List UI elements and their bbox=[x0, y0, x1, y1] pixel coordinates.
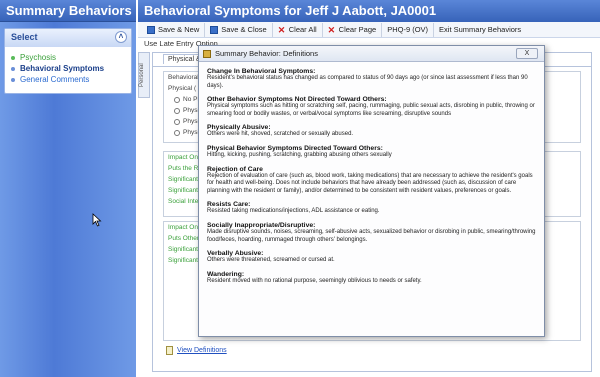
definition-term: Change In Behavioral Symptoms: bbox=[207, 68, 316, 75]
save-icon bbox=[147, 25, 155, 34]
definition-text: Made disruptive sounds, noises, screamin… bbox=[207, 228, 536, 243]
definition-item: Verbally Abusive: Others were threatened… bbox=[207, 250, 536, 265]
list-item-psychosis[interactable]: Psychosis bbox=[11, 53, 131, 62]
toolbar: Save & New Save & Close ✕ Clear All ✕ Cl… bbox=[138, 22, 600, 38]
bullet-icon bbox=[11, 77, 15, 82]
definition-item: Physical Behavior Symptoms Directed Towa… bbox=[207, 145, 536, 160]
bullet-icon bbox=[11, 55, 15, 60]
clear-icon: ✕ bbox=[277, 24, 286, 35]
exit-button[interactable]: Exit Summary Behaviors bbox=[434, 23, 526, 37]
radio-icon[interactable] bbox=[174, 107, 180, 114]
save-close-button[interactable]: Save & Close bbox=[205, 22, 273, 37]
definition-item: Socially Inappropriate/Disruptive: Made … bbox=[207, 222, 536, 244]
behavior-list: Psychosis Behavioral Symptoms General Co… bbox=[5, 47, 131, 84]
definition-term: Wandering: bbox=[207, 270, 245, 278]
definition-term: Rejection of Care bbox=[207, 165, 263, 173]
definition-text: Rejection of evaluation of care (such as… bbox=[207, 172, 533, 194]
definition-term: Verbally Abusive: bbox=[207, 250, 264, 258]
list-item-label: General Comments bbox=[20, 75, 90, 84]
clear-page-label: Clear Page bbox=[338, 25, 377, 34]
view-definitions-link[interactable]: View Definitions bbox=[166, 346, 227, 355]
select-header[interactable]: Select ˄ bbox=[5, 29, 131, 47]
definition-item: Change In Behavioral Symptoms: Resident'… bbox=[207, 68, 536, 90]
definition-item: Physically Abusive: Others were hit, sho… bbox=[207, 124, 536, 139]
list-item-label: Psychosis bbox=[20, 53, 57, 62]
bullet-icon bbox=[11, 66, 15, 71]
exit-label: Exit Summary Behaviors bbox=[439, 25, 522, 34]
save-new-label: Save & New bbox=[158, 25, 200, 34]
left-panel: Select ˄ Psychosis Behavioral Symptoms G… bbox=[0, 22, 136, 377]
dialog-body: Change In Behavioral Symptoms: Resident'… bbox=[199, 62, 544, 334]
list-item-behavioral-symptoms[interactable]: Behavioral Symptoms bbox=[11, 64, 131, 73]
definition-term: Resists Care: bbox=[207, 201, 251, 209]
definition-text: Physical symptoms such as hitting or scr… bbox=[207, 103, 535, 117]
definition-item: Other Behavior Symptoms Not Directed Tow… bbox=[207, 96, 536, 118]
definition-term: Physical Behavior Symptoms Directed Towa… bbox=[207, 144, 383, 152]
clear-page-button[interactable]: ✕ Clear Page bbox=[323, 22, 383, 37]
side-tab-personal[interactable]: Personal bbox=[138, 52, 150, 98]
definition-text: Resident's behavioral status has changed… bbox=[207, 75, 528, 89]
dialog-titlebar[interactable]: Summary Behavior: Definitions X bbox=[199, 46, 544, 62]
select-label: Select bbox=[11, 32, 38, 42]
clear-all-button[interactable]: ✕ Clear All bbox=[273, 22, 323, 37]
definition-item: Resists Care: Resisted taking medication… bbox=[207, 201, 536, 216]
clear-all-label: Clear All bbox=[288, 25, 317, 34]
phq-button[interactable]: PHQ-9 (OV) bbox=[382, 22, 435, 37]
definition-item: Wandering: Resident moved with no ration… bbox=[207, 271, 536, 286]
radio-icon[interactable] bbox=[174, 129, 180, 136]
list-item-label: Behavioral Symptoms bbox=[20, 64, 105, 73]
select-box: Select ˄ Psychosis Behavioral Symptoms G… bbox=[4, 28, 132, 94]
definition-term: Physically Abusive: bbox=[207, 124, 271, 132]
page-title: Behavioral Symptoms for Jeff J Aabott, J… bbox=[138, 0, 600, 22]
definition-text: Resisted taking medications/injections, … bbox=[207, 208, 380, 215]
radio-icon[interactable] bbox=[174, 118, 180, 125]
definition-text: Others were hit, shoved, scratched or se… bbox=[207, 131, 354, 138]
radio-icon[interactable] bbox=[174, 96, 180, 103]
left-panel-title: Summary Behaviors bbox=[0, 0, 136, 22]
view-definitions-label: View Definitions bbox=[177, 347, 227, 354]
clear-icon: ✕ bbox=[327, 24, 336, 35]
collapse-icon[interactable]: ˄ bbox=[115, 31, 127, 43]
document-icon bbox=[166, 346, 173, 355]
phq-label: PHQ-9 (OV) bbox=[387, 25, 429, 34]
mouse-cursor-icon bbox=[92, 213, 102, 227]
definition-item: Rejection of Care Rejection of evaluatio… bbox=[207, 166, 536, 196]
definitions-dialog: Summary Behavior: Definitions X Change I… bbox=[198, 45, 545, 337]
close-button[interactable]: X bbox=[516, 48, 538, 59]
definition-text: Hitting, kicking, pushing, scratching, g… bbox=[207, 151, 392, 158]
definition-text: Others were threatened, screamed or curs… bbox=[207, 257, 335, 264]
definition-text: Resident moved with no rational purpose,… bbox=[207, 277, 422, 284]
list-item-general-comments[interactable]: General Comments bbox=[11, 75, 131, 84]
save-new-button[interactable]: Save & New bbox=[142, 22, 206, 37]
save-icon bbox=[210, 25, 219, 34]
dialog-title: Summary Behavior: Definitions bbox=[215, 49, 318, 58]
definition-term: Other Behavior Symptoms Not Directed Tow… bbox=[207, 96, 387, 104]
save-close-label: Save & Close bbox=[221, 25, 267, 34]
dialog-app-icon bbox=[203, 49, 211, 58]
definition-term: Socially Inappropriate/Disruptive: bbox=[207, 221, 316, 229]
